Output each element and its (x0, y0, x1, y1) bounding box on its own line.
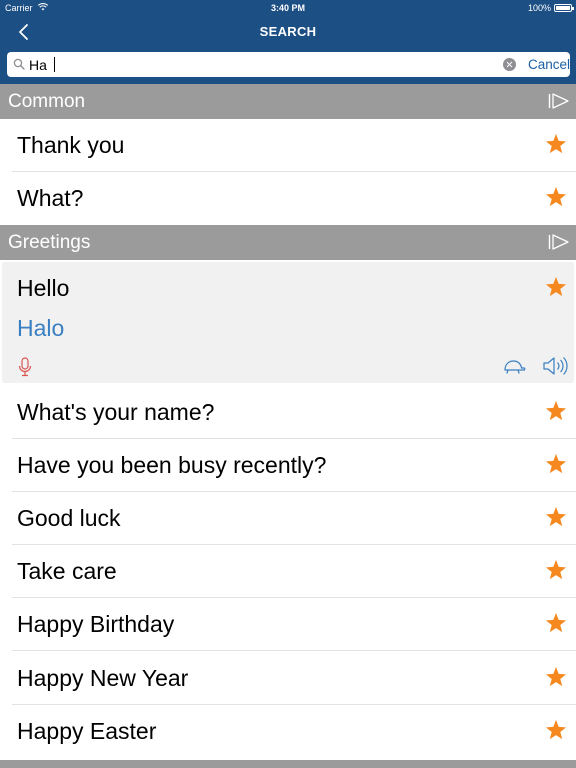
phrase-label: Good luck (17, 505, 121, 531)
star-icon[interactable] (545, 559, 567, 581)
expanded-phrase-card[interactable]: Hello Halo (2, 262, 574, 383)
list-item[interactable]: Take care (0, 545, 576, 598)
translation-text: Halo (17, 315, 65, 341)
section-header-greetings: Greetings (0, 225, 576, 260)
phrase-label: Happy New Year (17, 665, 189, 691)
speaker-icon[interactable] (542, 356, 568, 376)
next-section-header (0, 760, 576, 768)
star-icon[interactable] (545, 453, 567, 475)
battery-icon (554, 4, 574, 12)
list-item[interactable]: Have you been busy recently? (0, 439, 576, 492)
page-title: SEARCH (259, 24, 317, 39)
play-all-icon[interactable] (548, 93, 570, 109)
turtle-icon[interactable] (502, 359, 526, 375)
star-icon[interactable] (545, 666, 567, 688)
phrase-label: Hello (17, 275, 70, 301)
phrase-label: What's your name? (17, 399, 215, 425)
battery-percent: 100% (527, 3, 551, 13)
star-icon[interactable] (545, 506, 567, 528)
star-icon[interactable] (545, 133, 567, 155)
list-item[interactable]: What? (0, 172, 576, 225)
phrase-label: Happy Easter (17, 718, 157, 744)
phrase-label: Thank you (17, 132, 125, 158)
section-header-common: Common (0, 84, 576, 119)
section-title: Common (8, 91, 86, 112)
status-bar: Carrier 3:40 PM 100% (0, 0, 576, 16)
star-icon[interactable] (545, 612, 567, 634)
cancel-button[interactable]: Cancel (528, 57, 570, 72)
star-icon[interactable] (545, 400, 567, 422)
play-all-icon[interactable] (548, 234, 570, 250)
list-item[interactable]: What's your name? (0, 386, 576, 439)
phrase-label: Happy Birthday (17, 611, 175, 637)
list-item[interactable]: Good luck (0, 492, 576, 545)
divider (12, 650, 576, 651)
list-item[interactable]: Happy Easter (0, 705, 576, 758)
list-item[interactable]: Happy Birthday (0, 598, 576, 651)
list-item[interactable]: Thank you (0, 119, 576, 172)
navigation-bar: Carrier 3:40 PM 100% SEARCH Cancel (0, 0, 576, 84)
star-icon[interactable] (545, 276, 567, 298)
section-title: Greetings (8, 232, 91, 253)
phrase-label: What? (17, 185, 84, 211)
clear-icon[interactable] (503, 58, 516, 71)
text-cursor (54, 57, 55, 72)
search-input[interactable] (29, 55, 489, 74)
list-item[interactable]: Happy New Year (0, 652, 576, 705)
status-time: 3:40 PM (270, 3, 305, 13)
phrase-label: Take care (17, 558, 117, 584)
search-bar: Cancel (7, 52, 570, 77)
search-icon (13, 58, 25, 70)
star-icon[interactable] (545, 719, 567, 741)
phrase-label: Have you been busy recently? (17, 452, 327, 478)
microphone-icon[interactable] (18, 357, 32, 377)
star-icon[interactable] (545, 186, 567, 208)
